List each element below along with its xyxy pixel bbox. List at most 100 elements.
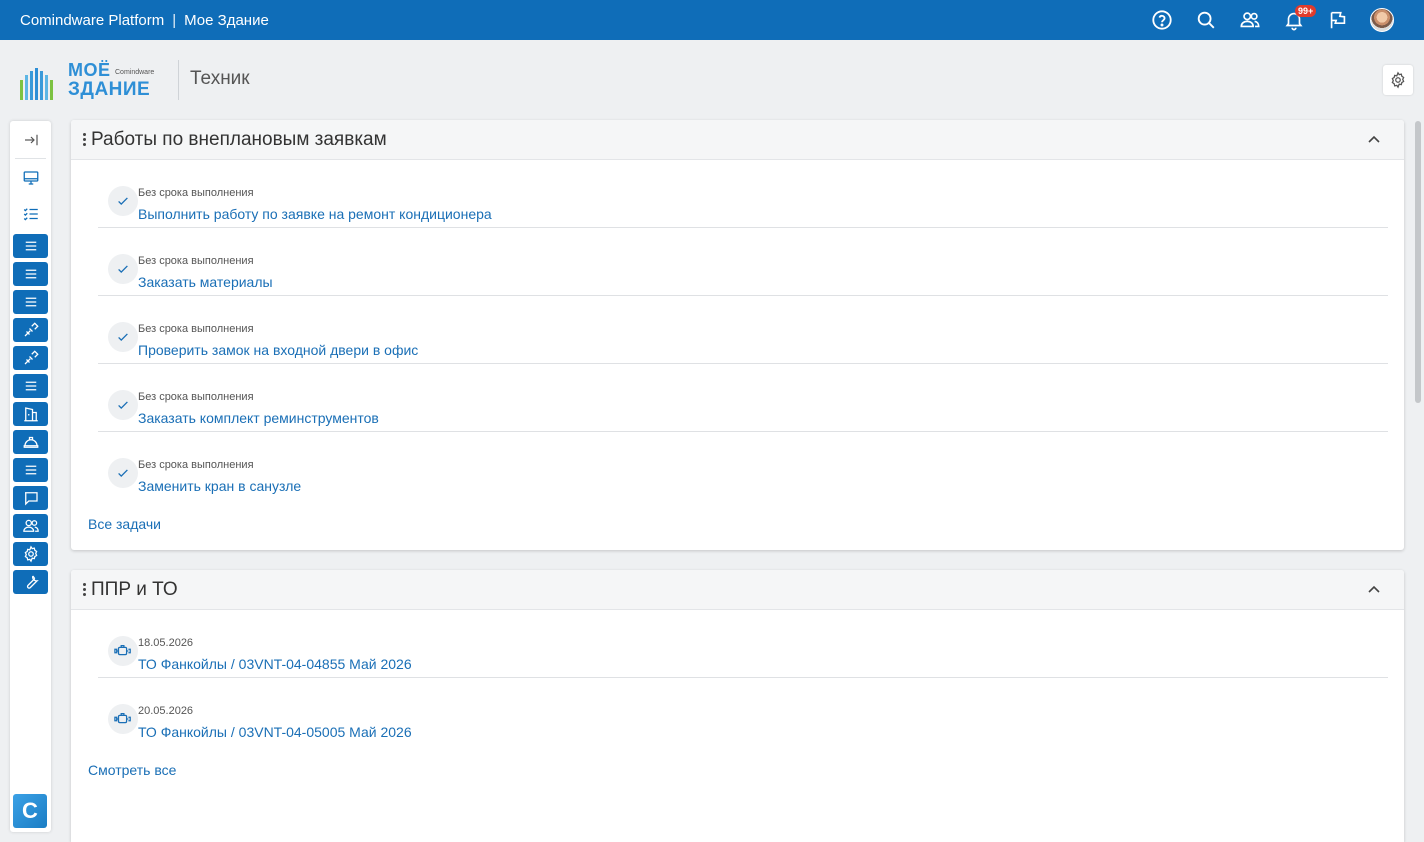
chevron-up-icon[interactable] — [1366, 132, 1382, 148]
check-icon[interactable] — [108, 458, 138, 488]
logo-bars-icon — [20, 68, 53, 100]
sidebar-item-list-5[interactable] — [13, 458, 48, 482]
sidebar-item-list-4[interactable] — [13, 374, 48, 398]
scrollbar-thumb[interactable] — [1415, 121, 1421, 403]
task-meta: Без срока выполнения — [138, 255, 254, 267]
list-icon — [25, 269, 36, 279]
platform-name: Comindware Platform — [20, 11, 165, 29]
sidebar-item-chat[interactable] — [13, 486, 48, 510]
sidebar-item-list-3[interactable] — [13, 290, 48, 314]
sidebar-item-building[interactable] — [13, 402, 48, 426]
sidebar-item-tool-2[interactable] — [13, 346, 48, 370]
page-scrollbar[interactable] — [1414, 121, 1422, 842]
help-icon — [1152, 10, 1172, 30]
fancoil-icon[interactable] — [108, 704, 138, 734]
task-item: Без срока выполнения Проверить замок на … — [98, 296, 1388, 364]
top-actions: 99+ — [1140, 0, 1404, 40]
panel-title: ППР и ТО — [91, 578, 178, 600]
task-meta: Без срока выполнения — [138, 187, 254, 199]
avatar — [1370, 8, 1394, 32]
collapse-sidebar-icon — [24, 134, 38, 146]
list-icon — [25, 465, 36, 475]
sidebar-item-tasks[interactable] — [13, 202, 48, 226]
task-link[interactable]: Проверить замок на входной двери в офис — [138, 342, 418, 358]
page-title: Техник — [190, 68, 250, 89]
profile-button[interactable] — [1360, 0, 1404, 40]
chat-icon — [24, 492, 38, 506]
see-all-link[interactable]: Смотреть все — [88, 762, 176, 778]
task-item: Без срока выполнения Заказать комплект р… — [98, 364, 1388, 432]
tool-icon — [24, 350, 39, 365]
check-icon[interactable] — [108, 186, 138, 216]
brand-separator: | — [172, 11, 177, 29]
task-item: Без срока выполнения Заказать материалы — [98, 228, 1388, 296]
maintenance-item: 18.05.2026 ТО Фанкойлы / 03VNT-04-04855 … — [98, 610, 1388, 678]
task-link[interactable]: Заказать комплект реминструментов — [138, 410, 379, 426]
task-meta: Без срока выполнения — [138, 459, 254, 471]
desktop-icon — [23, 171, 38, 185]
app-logo[interactable]: МОЁ Comindware ЗДАНИЕ — [18, 60, 163, 102]
maintenance-item: 20.05.2026 ТО Фанкойлы / 03VNT-04-05005 … — [98, 678, 1388, 746]
top-bar: Comindware Platform | Мое Здание 99+ — [0, 0, 1424, 40]
sidebar-item-settings[interactable] — [13, 542, 48, 566]
wrench-icon — [26, 575, 39, 589]
users-button[interactable] — [1228, 0, 1272, 40]
sidebar-item-helmet[interactable] — [13, 430, 48, 454]
task-item: Без срока выполнения Выполнить работу по… — [98, 160, 1388, 228]
logo-small-text: Comindware — [115, 69, 155, 76]
drag-handle-icon[interactable] — [77, 583, 91, 596]
chevron-up-icon[interactable] — [1366, 582, 1382, 598]
maintenance-link[interactable]: ТО Фанкойлы / 03VNT-04-04855 Май 2026 — [138, 656, 412, 672]
check-icon[interactable] — [108, 390, 138, 420]
ppr-panel: ППР и ТО 18.05.2026 ТО Фанкойлы / 03VNT-… — [71, 570, 1404, 842]
maintenance-link[interactable]: ТО Фанкойлы / 03VNT-04-05005 Май 2026 — [138, 724, 412, 740]
task-item: Без срока выполнения Заменить кран в сан… — [98, 432, 1388, 500]
sidebar-item-desktop[interactable] — [13, 166, 48, 190]
maintenance-date: 18.05.2026 — [138, 637, 194, 649]
list-icon — [25, 241, 36, 251]
ppr-panel-header: ППР и ТО — [71, 570, 1404, 610]
sidebar-item-tool-1[interactable] — [13, 318, 48, 342]
header-divider — [178, 60, 179, 100]
page-settings-button[interactable] — [1383, 65, 1413, 95]
check-icon[interactable] — [108, 322, 138, 352]
sidebar-item-list-2[interactable] — [13, 262, 48, 286]
sidebar-item-wrench[interactable] — [13, 570, 48, 594]
logo-word-2: ЗДАНИЕ — [68, 79, 151, 100]
task-link[interactable]: Заказать материалы — [138, 274, 273, 290]
tasks-panel: Работы по внеплановым заявкам Без срока … — [71, 120, 1404, 550]
gear-icon — [24, 545, 37, 563]
maintenance-date: 20.05.2026 — [138, 705, 194, 717]
task-link[interactable]: Выполнить работу по заявке на ремонт кон… — [138, 206, 492, 222]
task-link[interactable]: Заменить кран в санузле — [138, 478, 301, 494]
notifications-button[interactable]: 99+ — [1272, 0, 1317, 40]
app-name: Мое Здание — [184, 11, 269, 29]
sidebar-item-list-1[interactable] — [13, 234, 48, 258]
help-button[interactable] — [1140, 0, 1184, 40]
helmet-icon — [23, 436, 38, 448]
collapse-sidebar-button[interactable] — [13, 128, 48, 152]
task-meta: Без срока выполнения — [138, 323, 254, 335]
list-icon — [25, 297, 36, 307]
list-icon — [25, 381, 36, 391]
gear-icon — [1391, 71, 1405, 89]
comindware-logo[interactable]: C — [13, 794, 47, 828]
sidebar: C — [10, 121, 51, 832]
flag-icon — [1330, 11, 1346, 29]
search-icon — [1197, 11, 1215, 29]
drag-handle-icon[interactable] — [77, 133, 91, 146]
platform-brand[interactable]: Comindware Platform | Мое Здание — [20, 12, 269, 29]
check-icon[interactable] — [108, 254, 138, 284]
flag-button[interactable] — [1316, 0, 1360, 40]
notifications-badge: 99+ — [1295, 5, 1317, 17]
users-icon — [22, 519, 39, 532]
sidebar-divider — [15, 158, 46, 159]
task-meta: Без срока выполнения — [138, 391, 254, 403]
sidebar-item-users[interactable] — [13, 514, 48, 538]
all-tasks-link[interactable]: Все задачи — [88, 516, 161, 532]
tool-icon — [24, 322, 39, 337]
fancoil-icon[interactable] — [108, 636, 138, 666]
users-icon — [1240, 12, 1260, 28]
logo-word-1: МОЁ — [68, 60, 111, 80]
search-button[interactable] — [1184, 0, 1228, 40]
